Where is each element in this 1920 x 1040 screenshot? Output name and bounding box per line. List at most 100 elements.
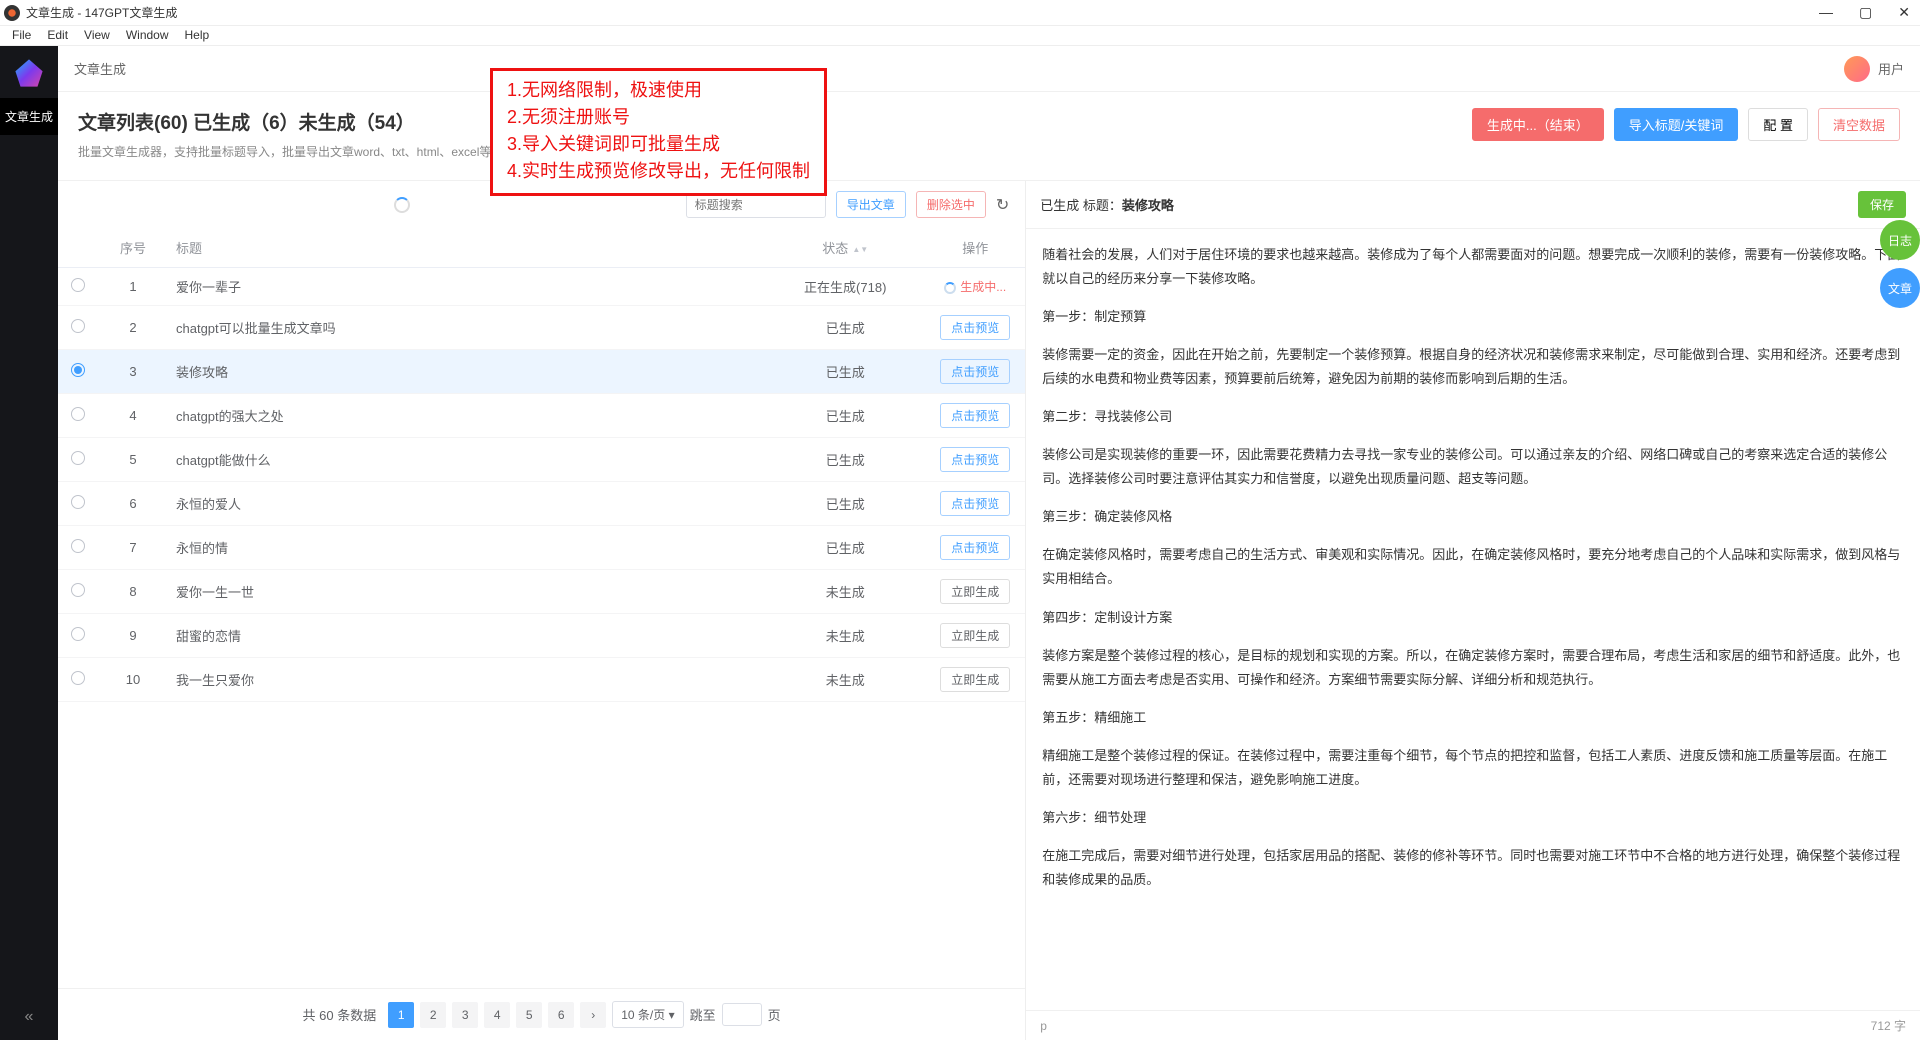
menu-help[interactable]: Help <box>179 26 216 45</box>
page-2[interactable]: 2 <box>420 1002 446 1028</box>
chevron-down-icon: ▾ <box>669 1008 675 1022</box>
loading-spinner-icon <box>394 197 410 213</box>
table-row[interactable]: 10我一生只爱你未生成立即生成 <box>58 658 1025 702</box>
jump-label: 跳至 <box>690 1005 716 1024</box>
row-radio[interactable] <box>71 363 85 377</box>
table-row[interactable]: 2chatgpt可以批量生成文章吗已生成点击预览 <box>58 306 1025 350</box>
row-title: 永恒的爱人 <box>168 482 765 526</box>
p-marker: p <box>1040 1019 1047 1033</box>
row-radio[interactable] <box>71 319 85 333</box>
preview-button[interactable]: 点击预览 <box>940 491 1010 516</box>
row-radio[interactable] <box>71 495 85 509</box>
article-content[interactable]: 随着社会的发展，人们对于居住环境的要求也越来越高。装修成为了每个人都需要面对的问… <box>1026 229 1920 1010</box>
table-row[interactable]: 6永恒的爱人已生成点击预览 <box>58 482 1025 526</box>
delete-selected-button[interactable]: 删除选中 <box>916 191 986 218</box>
menu-view[interactable]: View <box>78 26 116 45</box>
table-row[interactable]: 3装修攻略已生成点击预览 <box>58 350 1025 394</box>
float-article-button[interactable]: 文章 <box>1880 268 1920 308</box>
sort-icon[interactable]: ▲▼ <box>852 247 868 253</box>
article-paragraph: 第五步：精细施工 <box>1042 706 1904 730</box>
row-status: 已生成 <box>765 482 925 526</box>
row-title: chatgpt能做什么 <box>168 438 765 482</box>
row-status: 未生成 <box>765 658 925 702</box>
table-row[interactable]: 5chatgpt能做什么已生成点击预览 <box>58 438 1025 482</box>
preview-button[interactable]: 点击预览 <box>940 359 1010 384</box>
refresh-icon[interactable]: ↻ <box>996 195 1009 215</box>
row-status: 已生成 <box>765 438 925 482</box>
row-status: 已生成 <box>765 306 925 350</box>
row-radio[interactable] <box>71 671 85 685</box>
page-title: 文章列表(60) 已生成（6）未生成（54） <box>78 108 491 135</box>
page-next[interactable]: › <box>580 1002 606 1028</box>
row-radio[interactable] <box>71 627 85 641</box>
table-row[interactable]: 8爱你一生一世未生成立即生成 <box>58 570 1025 614</box>
preview-button[interactable]: 点击预览 <box>940 403 1010 428</box>
import-keywords-button[interactable]: 导入标题/关键词 <box>1614 108 1739 141</box>
topbar: 文章生成 用户 <box>58 46 1920 92</box>
row-radio[interactable] <box>71 539 85 553</box>
row-status: 已生成 <box>765 394 925 438</box>
preview-button[interactable]: 点击预览 <box>940 315 1010 340</box>
loading-spinner-icon <box>944 282 956 294</box>
float-log-button[interactable]: 日志 <box>1880 220 1920 260</box>
article-paragraph: 第四步：定制设计方案 <box>1042 606 1904 630</box>
table-row[interactable]: 4chatgpt的强大之处已生成点击预览 <box>58 394 1025 438</box>
generate-button[interactable]: 立即生成 <box>940 579 1010 604</box>
row-index: 5 <box>98 438 168 482</box>
col-status[interactable]: 状态▲▼ <box>765 228 925 268</box>
row-title: 甜蜜的恋情 <box>168 614 765 658</box>
page-subtitle: 批量文章生成器，支持批量标题导入，批量导出文章word、txt、html、exc… <box>78 143 491 160</box>
page-size-select[interactable]: 10 条/页 ▾ <box>612 1001 683 1028</box>
row-radio[interactable] <box>71 451 85 465</box>
preview-button[interactable]: 点击预览 <box>940 535 1010 560</box>
generate-button[interactable]: 立即生成 <box>940 667 1010 692</box>
row-title: chatgpt可以批量生成文章吗 <box>168 306 765 350</box>
row-index: 3 <box>98 350 168 394</box>
preview-button[interactable]: 点击预览 <box>940 447 1010 472</box>
table-row[interactable]: 1爱你一辈子正在生成(718)生成中... <box>58 268 1025 306</box>
running-stop-button[interactable]: 生成中...（结束） <box>1472 108 1604 141</box>
user-label: 用户 <box>1878 59 1904 78</box>
page-5[interactable]: 5 <box>516 1002 542 1028</box>
app-logo-icon <box>12 56 46 90</box>
minimize-button[interactable]: — <box>1813 2 1839 23</box>
article-paragraph: 装修需要一定的资金，因此在开始之前，先要制定一个装修预算。根据自身的经济状况和装… <box>1042 343 1904 391</box>
row-status: 已生成 <box>765 526 925 570</box>
table-row[interactable]: 7永恒的情已生成点击预览 <box>58 526 1025 570</box>
col-index: 序号 <box>98 228 168 268</box>
menu-edit[interactable]: Edit <box>41 26 74 45</box>
jump-input[interactable] <box>722 1003 762 1026</box>
page-3[interactable]: 3 <box>452 1002 478 1028</box>
page-4[interactable]: 4 <box>484 1002 510 1028</box>
close-button[interactable]: ✕ <box>1892 2 1916 23</box>
menu-file[interactable]: File <box>6 26 37 45</box>
row-status: 正在生成(718) <box>765 268 925 306</box>
row-title: 爱你一生一世 <box>168 570 765 614</box>
window-titlebar: 文章生成 - 147GPT文章生成 — ▢ ✕ <box>0 0 1920 26</box>
table-row[interactable]: 9甜蜜的恋情未生成立即生成 <box>58 614 1025 658</box>
generate-button[interactable]: 立即生成 <box>940 623 1010 648</box>
page-6[interactable]: 6 <box>548 1002 574 1028</box>
export-articles-button[interactable]: 导出文章 <box>836 191 906 218</box>
row-radio[interactable] <box>71 278 85 292</box>
row-radio[interactable] <box>71 583 85 597</box>
word-count: 712 字 <box>1871 1017 1906 1034</box>
config-button[interactable]: 配 置 <box>1748 108 1808 141</box>
sidebar: 文章生成 « <box>0 46 58 1040</box>
row-status: 未生成 <box>765 570 925 614</box>
clear-data-button[interactable]: 清空数据 <box>1818 108 1900 141</box>
article-paragraph: 在施工完成后，需要对细节进行处理，包括家居用品的搭配、装修的修补等环节。同时也需… <box>1042 844 1904 892</box>
row-index: 4 <box>98 394 168 438</box>
nav-article-gen[interactable]: 文章生成 <box>0 98 58 135</box>
save-button[interactable]: 保存 <box>1858 191 1906 218</box>
row-radio[interactable] <box>71 407 85 421</box>
menu-window[interactable]: Window <box>120 26 175 45</box>
article-paragraph: 第三步：确定装修风格 <box>1042 505 1904 529</box>
app-icon <box>4 5 20 21</box>
avatar[interactable] <box>1844 56 1870 82</box>
row-index: 8 <box>98 570 168 614</box>
sidebar-collapse-button[interactable]: « <box>25 994 34 1040</box>
promo-line: 2.无须注册账号 <box>507 104 810 131</box>
maximize-button[interactable]: ▢ <box>1853 2 1878 23</box>
page-1[interactable]: 1 <box>388 1002 414 1028</box>
